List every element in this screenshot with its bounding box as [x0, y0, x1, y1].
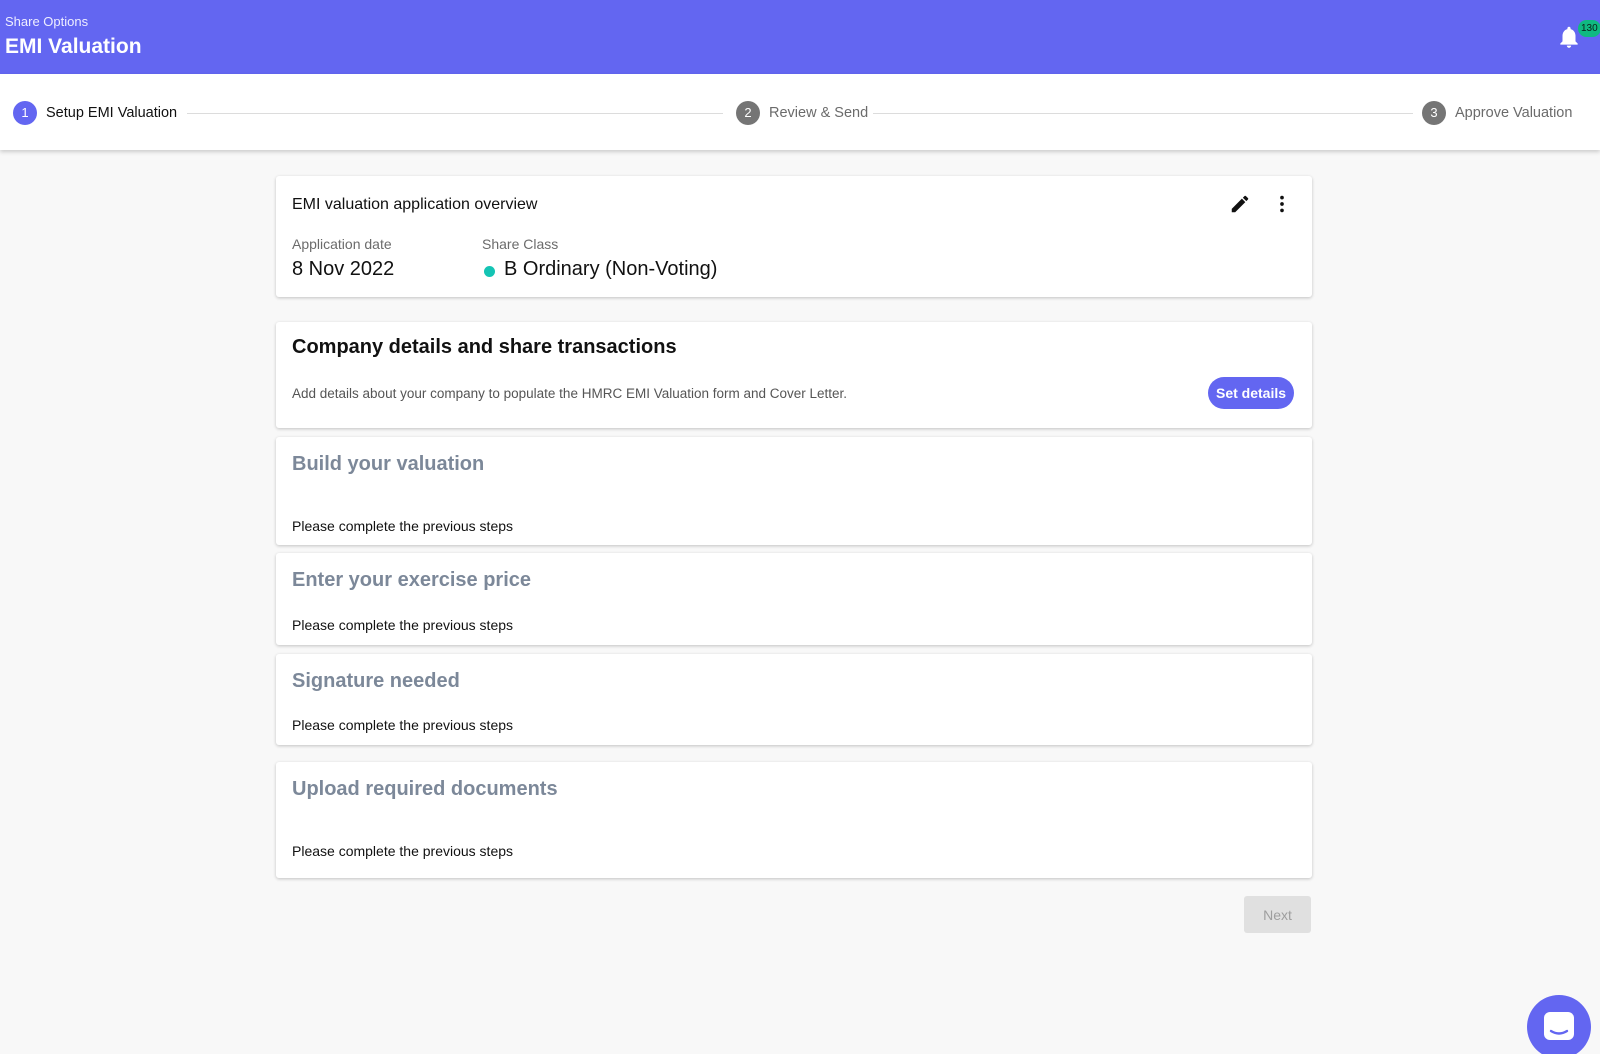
exercise-price-title: Enter your exercise price	[292, 569, 532, 591]
chat-icon	[1544, 1012, 1574, 1040]
company-details-title: Company details and share transactions	[292, 336, 677, 358]
step-label: Approve Valuation	[1455, 105, 1573, 121]
build-valuation-card: Build your valuation Please complete the…	[276, 437, 1312, 545]
more-vertical-icon	[1280, 195, 1284, 213]
next-button[interactable]: Next	[1244, 896, 1311, 933]
upload-documents-title: Upload required documents	[292, 778, 558, 800]
step-connector	[187, 113, 723, 114]
share-class-color-dot	[484, 266, 495, 277]
share-class-value: B Ordinary (Non-Voting)	[504, 258, 718, 280]
step-number: 1	[13, 101, 37, 125]
overview-card: EMI valuation application overview Appli…	[276, 176, 1312, 297]
page-title: EMI Valuation	[5, 35, 142, 58]
step-review-send[interactable]: 2 Review & Send	[736, 100, 868, 126]
exercise-price-status: Please complete the previous steps	[292, 617, 514, 633]
chat-launcher-button[interactable]	[1527, 995, 1591, 1054]
step-approve-valuation[interactable]: 3 Approve Valuation	[1422, 100, 1572, 126]
set-details-button[interactable]: Set details	[1208, 377, 1294, 409]
signature-card: Signature needed Please complete the pre…	[276, 654, 1312, 745]
step-connector	[873, 113, 1413, 114]
application-date-label: Application date	[292, 236, 392, 252]
pencil-icon	[1231, 195, 1249, 213]
company-details-description: Add details about your company to popula…	[292, 386, 848, 401]
exercise-price-card: Enter your exercise price Please complet…	[276, 553, 1312, 645]
signature-title: Signature needed	[292, 670, 460, 692]
app-header: Share Options EMI Valuation 130	[0, 0, 1600, 74]
company-details-card: Company details and share transactions A…	[276, 322, 1312, 428]
step-label: Review & Send	[769, 105, 869, 121]
build-valuation-title: Build your valuation	[292, 453, 485, 475]
upload-documents-status: Please complete the previous steps	[292, 843, 514, 859]
application-date-value: 8 Nov 2022	[292, 258, 395, 280]
progress-stepper: 1 Setup EMI Valuation 2 Review & Send 3 …	[0, 74, 1600, 150]
breadcrumb[interactable]: Share Options	[5, 14, 88, 29]
share-class-label: Share Class	[482, 236, 559, 252]
upload-documents-card: Upload required documents Please complet…	[276, 762, 1312, 878]
step-number: 3	[1422, 101, 1446, 125]
notification-count-badge: 130	[1578, 20, 1600, 37]
overview-title: EMI valuation application overview	[292, 196, 538, 213]
step-setup-emi-valuation[interactable]: 1 Setup EMI Valuation	[13, 100, 177, 126]
edit-button[interactable]	[1226, 190, 1254, 218]
more-options-button[interactable]	[1268, 190, 1296, 218]
build-valuation-status: Please complete the previous steps	[292, 518, 514, 534]
step-label: Setup EMI Valuation	[46, 105, 178, 121]
signature-status: Please complete the previous steps	[292, 717, 514, 733]
step-number: 2	[736, 101, 760, 125]
